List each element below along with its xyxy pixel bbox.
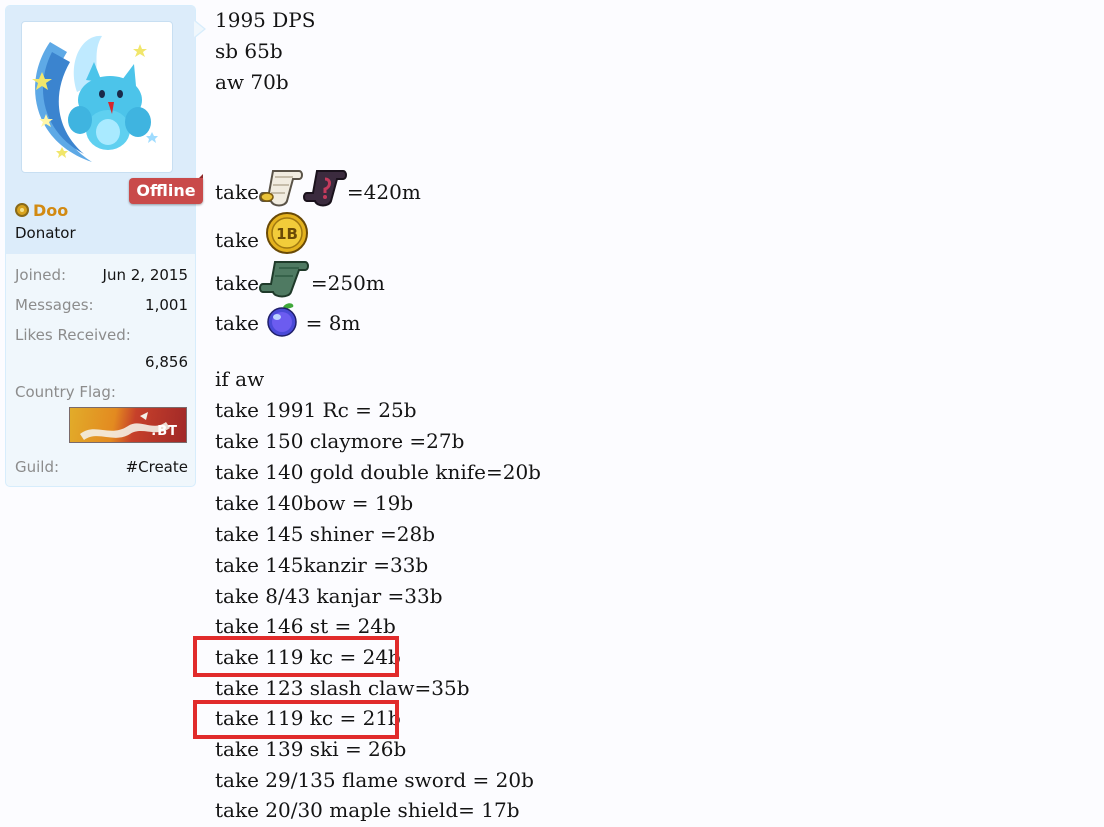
blue-apple-icon	[265, 301, 299, 348]
offer-line: take 1991 Rc = 25b	[215, 398, 417, 422]
offer-line: take 145kanzir =33b	[215, 553, 429, 577]
donator-medal-icon	[15, 203, 29, 217]
stat-label: Messages:	[15, 296, 94, 314]
offer-line: if aw	[215, 367, 265, 391]
item-line: take 1B	[215, 211, 309, 259]
avatar[interactable]	[21, 21, 173, 173]
item-prefix: take	[215, 311, 259, 335]
dark-scroll-icon	[302, 167, 347, 220]
username-link[interactable]: Doo	[33, 201, 68, 220]
country-flag-icon: .BT	[69, 407, 187, 443]
item-prefix: take	[215, 271, 259, 295]
offline-badge: Offline	[129, 174, 203, 204]
username-row: Doo	[15, 199, 68, 221]
item-suffix: = 8m	[305, 311, 361, 335]
user-info-sidebar: Offline Doo Donator Joined: Jun 2, 2015 …	[5, 5, 206, 487]
stat-value[interactable]: #Create	[126, 458, 188, 476]
post-line: 1995 DPS	[215, 8, 316, 32]
svg-text:1B: 1B	[276, 225, 298, 243]
offer-line: take 8/43 kanjar =33b	[215, 584, 443, 608]
item-line: take = 8m	[215, 301, 360, 337]
stat-label: Country Flag:	[15, 383, 116, 401]
offer-line: take 123 slash claw=35b	[215, 676, 470, 700]
user-title: Donator	[15, 224, 76, 242]
stat-value: Jun 2, 2015	[102, 266, 188, 284]
stat-value[interactable]: 1,001	[145, 296, 188, 314]
offer-line: take 140bow = 19b	[215, 491, 414, 515]
stat-label: Likes Received:	[15, 326, 131, 344]
post-line: sb 65b	[215, 39, 283, 63]
offer-line: take 145 shiner =28b	[215, 522, 435, 546]
item-line: take =250m	[215, 258, 385, 298]
offer-line: take 20/30 maple shield= 17b	[215, 798, 520, 822]
offer-line: take 150 claymore =27b	[215, 429, 465, 453]
post-line: aw 70b	[215, 70, 289, 94]
item-prefix: take	[215, 180, 259, 204]
item-suffix: =250m	[310, 271, 385, 295]
item-line: take =420m	[215, 167, 421, 207]
highlight-box	[193, 700, 399, 739]
stat-value: 6,856	[145, 353, 188, 371]
offer-line: take 140 gold double knife=20b	[215, 460, 541, 484]
flag-tld-text: .BT	[151, 424, 178, 439]
highlight-box	[193, 636, 399, 677]
offer-line: take 29/135 flame sword = 20b	[215, 768, 534, 792]
stat-label: Joined:	[15, 266, 67, 284]
avatar-image	[32, 35, 158, 162]
item-suffix: =420m	[346, 180, 421, 204]
stat-label: Guild:	[15, 458, 60, 476]
item-prefix: take	[215, 228, 259, 252]
